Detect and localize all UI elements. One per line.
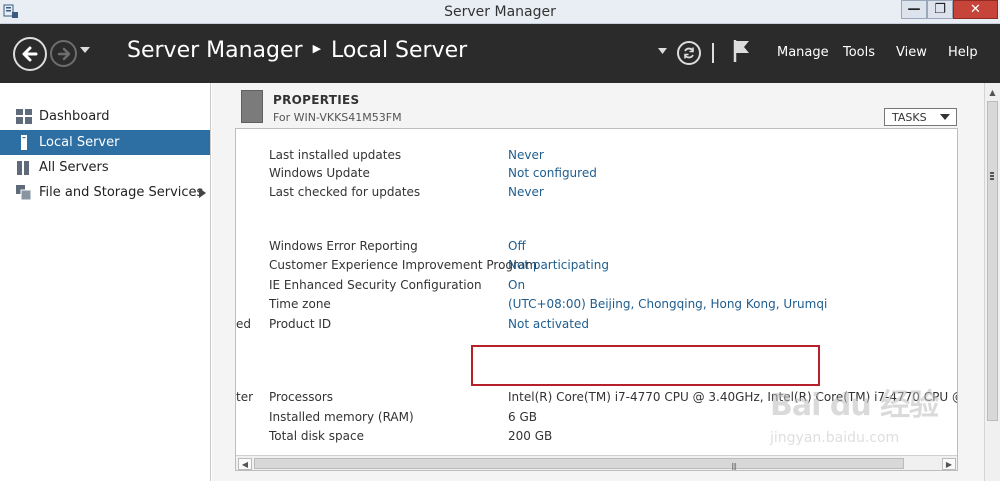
sidebar-item-label: Dashboard [39,109,110,124]
menu-view[interactable]: View [896,45,927,60]
time-zone-city: Chongqing [638,297,703,311]
property-label: Windows Error Reporting [269,239,418,253]
property-label: Product ID [269,317,332,331]
chevron-right-icon[interactable] [199,187,206,202]
grip-icon [990,172,994,180]
arrow-left-icon [22,46,38,62]
time-zone-city: Hong Kong [710,297,776,311]
property-value-link[interactable]: Never [508,148,544,162]
property-row-windows-update: Windows Update Not configured [236,166,957,184]
property-value-link[interactable]: On [508,278,525,292]
property-row-last-installed-updates: Last installed updates Never [236,148,957,166]
sidebar-item-label: Local Server [39,135,120,150]
menu-help[interactable]: Help [948,45,978,60]
property-row-ceip: Customer Experience Improvement Program … [236,258,957,276]
property-row-product-id: ed Product ID Not activated [236,317,957,335]
time-zone-city: Urumqi [783,297,828,311]
scroll-up-icon[interactable]: ▲ [986,85,999,99]
restore-button[interactable]: ❐ [927,0,953,19]
properties-title: PROPERTIES [273,93,360,107]
watermark: Bai du 经验 jingyan.baidu.com [770,372,960,462]
breadcrumb-page: Local Server [331,38,468,63]
time-zone-prefix: (UTC+08:00) Beijing, [508,297,639,311]
app-header: Server Manager ▶ Local Server Manage Too… [0,24,1000,83]
vertical-scrollbar[interactable]: ▲ [984,83,1000,481]
annotation-highlight-box [471,345,820,386]
arrow-right-icon [57,47,70,60]
property-label: IE Enhanced Security Configuration [269,278,482,292]
property-label: Customer Experience Improvement Program [269,258,538,272]
scroll-left-icon[interactable]: ◀ [238,458,252,470]
property-value-link[interactable]: Not participating [508,258,609,272]
watermark-url: jingyan.baidu.com [770,430,900,446]
property-label: Last checked for updates [269,185,421,199]
properties-subtitle: For WIN-VKKS41M53FM [273,111,402,124]
notifications-flag-icon[interactable] [732,38,752,64]
property-value: 200 GB [508,429,553,443]
properties-server-icon [241,90,263,123]
forward-button[interactable] [50,40,77,67]
vertical-scroll-thumb[interactable] [987,101,998,421]
property-row-ie-esc: IE Enhanced Security Configuration On [236,278,957,296]
property-label: Last installed updates [269,148,402,162]
watermark-logo: Bai du 经验 [770,388,939,423]
sidebar-item-local-server[interactable]: Local Server [0,130,210,155]
property-value-link[interactable]: (UTC+08:00) Beijing, Chongqing, Hong Kon… [508,297,827,311]
property-row-last-checked: Last checked for updates Never [236,185,957,203]
property-value-link[interactable]: Never [508,185,544,199]
dropdown-icon[interactable] [658,48,667,55]
refresh-button[interactable] [677,41,701,65]
grip-icon: ||| [731,462,737,471]
breadcrumb: Server Manager ▶ Local Server [127,38,467,63]
property-value-link[interactable]: Not activated [508,317,589,331]
breadcrumb-separator-icon: ▶ [312,42,322,55]
property-label: Windows Update [269,166,370,180]
servers-icon [17,161,29,175]
property-value: 6 GB [508,410,537,424]
header-divider [712,43,714,63]
property-value-link[interactable]: Off [508,239,526,253]
tasks-dropdown-button[interactable]: TASKS [884,108,957,126]
sidebar-item-file-storage[interactable]: File and Storage Services [0,180,210,205]
clipped-left-text: ter [236,390,254,404]
property-row-time-zone: Time zone (UTC+08:00) Beijing, Chongqing… [236,297,957,315]
sidebar-item-dashboard[interactable]: Dashboard [0,104,210,129]
sidebar-item-label: All Servers [39,160,109,175]
back-button[interactable] [13,37,47,71]
sidebar-item-label: File and Storage Services [39,185,204,200]
window-title-bar: Server Manager — ❐ ✕ [0,0,1000,24]
property-value-link[interactable]: Not configured [508,166,597,180]
tasks-label: TASKS [892,110,927,124]
chevron-down-icon [940,114,950,120]
property-row-error-reporting: Windows Error Reporting Off [236,239,957,257]
refresh-icon [684,47,694,59]
sidebar: Dashboard Local Server All Servers File … [0,83,211,481]
breadcrumb-app[interactable]: Server Manager [127,38,303,63]
dashboard-icon [16,109,32,124]
property-label: Time zone [269,297,331,311]
close-button[interactable]: ✕ [953,0,998,19]
property-label: Installed memory (RAM) [269,410,414,424]
menu-tools[interactable]: Tools [843,45,875,60]
clipped-left-text: ed [236,317,251,331]
menu-manage[interactable]: Manage [777,45,829,60]
storage-icon [16,185,32,200]
history-dropdown-icon[interactable] [80,47,90,55]
property-label: Total disk space [269,429,365,443]
server-icon [21,135,27,150]
sidebar-item-all-servers[interactable]: All Servers [0,155,210,180]
minimize-button[interactable]: — [901,0,927,19]
property-label: Processors [269,390,334,404]
window-title: Server Manager [444,4,556,20]
